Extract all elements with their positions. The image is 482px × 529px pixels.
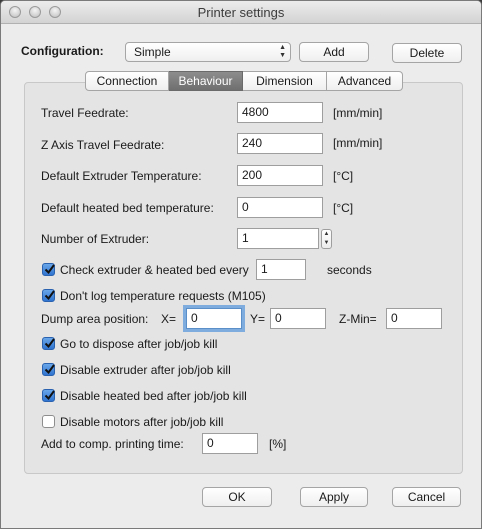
num-extruder-label: Number of Extruder:: [41, 232, 150, 246]
extruder-temp-label: Default Extruder Temperature:: [41, 169, 202, 183]
travel-feedrate-unit: [mm/min]: [333, 106, 383, 120]
z-travel-feedrate-unit: [mm/min]: [333, 136, 383, 150]
add-time-input[interactable]: 0: [202, 433, 258, 454]
dont-log-checkbox[interactable]: [42, 289, 55, 302]
disable-extruder-label: Disable extruder after job/job kill: [60, 363, 231, 377]
dump-zmin-label: Z-Min=: [339, 312, 377, 326]
dump-zmin-input[interactable]: 0: [386, 308, 442, 329]
bed-temp-label: Default heated bed temperature:: [41, 201, 214, 215]
add-time-unit: [%]: [269, 437, 287, 451]
bed-temp-unit: [°C]: [333, 201, 354, 215]
go-dispose-checkbox[interactable]: [42, 337, 55, 350]
apply-button[interactable]: Apply: [300, 487, 368, 507]
tab-advanced[interactable]: Advanced: [327, 71, 403, 91]
check-temp-label: Check extruder & heated bed every: [60, 263, 249, 277]
configuration-select[interactable]: Simple ▲ ▼: [125, 42, 291, 62]
travel-feedrate-label: Travel Feedrate:: [41, 106, 129, 120]
dump-area-label: Dump area position:: [41, 312, 149, 326]
dump-y-input[interactable]: 0: [270, 308, 326, 329]
num-extruder-input[interactable]: 1: [237, 228, 319, 249]
printer-settings-window: Printer settings Configuration: Simple ▲…: [0, 0, 482, 529]
num-extruder-stepper[interactable]: ▲ ▼: [321, 229, 332, 249]
extruder-temp-unit: [°C]: [333, 169, 354, 183]
disable-bed-label: Disable heated bed after job/job kill: [60, 389, 247, 403]
ok-button[interactable]: OK: [202, 487, 272, 507]
check-temp-unit: seconds: [327, 263, 372, 277]
bed-temp-input[interactable]: 0: [237, 197, 323, 218]
disable-motors-checkbox[interactable]: [42, 415, 55, 428]
tab-connection[interactable]: Connection: [85, 71, 169, 91]
dump-x-input[interactable]: 0: [186, 308, 242, 329]
tab-bar: Connection Behaviour Dimension Advanced: [85, 71, 403, 91]
go-dispose-label: Go to dispose after job/job kill: [60, 337, 218, 351]
check-temp-checkbox[interactable]: [42, 263, 55, 276]
z-travel-feedrate-label: Z Axis Travel Feedrate:: [41, 138, 165, 152]
window-title: Printer settings: [197, 5, 285, 20]
travel-feedrate-input[interactable]: 4800: [237, 102, 323, 123]
configuration-selected-value: Simple: [134, 45, 171, 59]
disable-bed-checkbox[interactable]: [42, 389, 55, 402]
cancel-button[interactable]: Cancel: [392, 487, 461, 507]
dump-x-label: X=: [161, 312, 177, 326]
check-temp-interval-input[interactable]: 1: [256, 259, 306, 280]
select-arrows-icon: ▲ ▼: [279, 44, 286, 59]
tab-behaviour[interactable]: Behaviour: [169, 71, 243, 91]
disable-extruder-checkbox[interactable]: [42, 363, 55, 376]
dump-y-label: Y=: [250, 312, 266, 326]
tab-dimension[interactable]: Dimension: [243, 71, 327, 91]
add-config-button[interactable]: Add: [299, 42, 369, 62]
extruder-temp-input[interactable]: 200: [237, 165, 323, 186]
dont-log-label: Don't log temperature requests (M105): [60, 289, 266, 303]
disable-motors-label: Disable motors after job/job kill: [60, 415, 224, 429]
delete-config-button[interactable]: Delete: [392, 43, 462, 63]
z-travel-feedrate-input[interactable]: 240: [237, 133, 323, 154]
add-time-label: Add to comp. printing time:: [41, 437, 184, 451]
title-bar: Printer settings: [1, 1, 481, 24]
configuration-label: Configuration:: [21, 44, 104, 58]
